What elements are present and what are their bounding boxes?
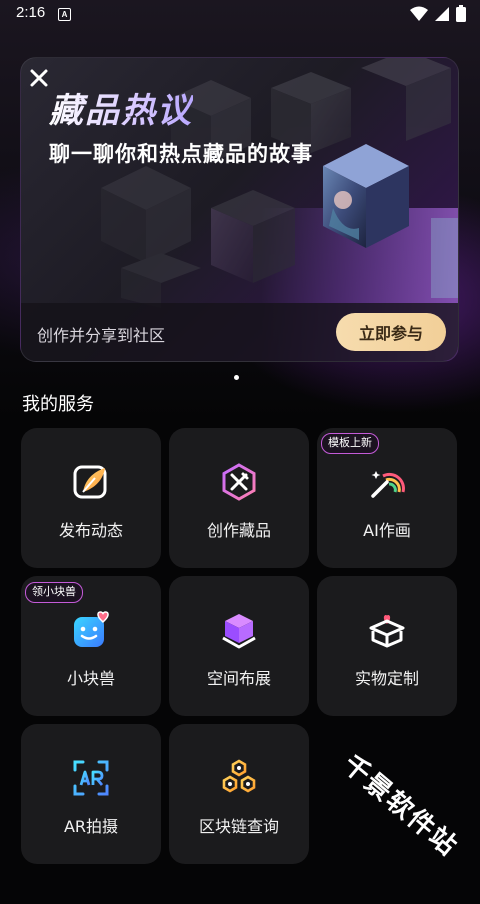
battery-icon [456, 5, 466, 22]
join-now-button[interactable]: 立即参与 [336, 313, 446, 351]
services-section-title: 我的服务 [22, 394, 94, 415]
cube-icon [222, 614, 256, 649]
service-create-collectible[interactable]: 创作藏品 [169, 428, 309, 568]
service-label: 创作藏品 [206, 521, 271, 540]
hexagon-chain-icon [222, 759, 256, 793]
service-label: 空间布展 [206, 669, 271, 688]
feather-pen-icon [73, 465, 107, 499]
service-label: AR拍摄 [63, 817, 119, 836]
claim-beast-badge: 领小块兽 [25, 582, 83, 603]
ar-scan-icon [73, 760, 109, 796]
service-label: 小块兽 [66, 669, 115, 688]
service-label: 发布动态 [58, 521, 123, 540]
status-bar: 2:16 A [0, 0, 480, 28]
banner-page-indicator [234, 375, 239, 380]
status-icons [410, 5, 466, 22]
close-icon[interactable] [25, 64, 53, 92]
new-template-badge: 模板上新 [321, 433, 379, 454]
watermark-text: 千景软件站 [336, 749, 464, 863]
service-physical-custom[interactable]: 实物定制 [317, 576, 457, 716]
status-time: 2:16 [16, 4, 46, 21]
signal-icon [435, 6, 449, 21]
banner-title: 藏品热议 [49, 83, 193, 132]
service-ar-capture[interactable]: AR拍摄 [21, 724, 161, 864]
service-label: 实物定制 [354, 669, 419, 688]
magic-wand-rainbow-icon [371, 471, 405, 498]
banner-subtitle: 聊一聊你和热点藏品的故事 [49, 142, 313, 166]
smiley-square-heart-icon [74, 611, 109, 647]
service-blockchain-query[interactable]: 区块链查询 [169, 724, 309, 864]
promo-banner[interactable]: 藏品热议 聊一聊你和热点藏品的故事 创作并分享到社区 立即参与 [20, 57, 459, 362]
service-label: 区块链查询 [198, 817, 279, 836]
banner-footer: 创作并分享到社区 立即参与 [21, 303, 458, 361]
wifi-icon [410, 6, 428, 21]
service-post-update[interactable]: 发布动态 [21, 428, 161, 568]
service-label: AI作画 [363, 521, 411, 540]
creation-hexagon-icon [222, 463, 256, 501]
gift-box-heart-icon [369, 615, 405, 648]
banner-cta-text: 创作并分享到社区 [37, 326, 166, 345]
notification-icon: A [58, 8, 71, 21]
service-space-exhibition[interactable]: 空间布展 [169, 576, 309, 716]
